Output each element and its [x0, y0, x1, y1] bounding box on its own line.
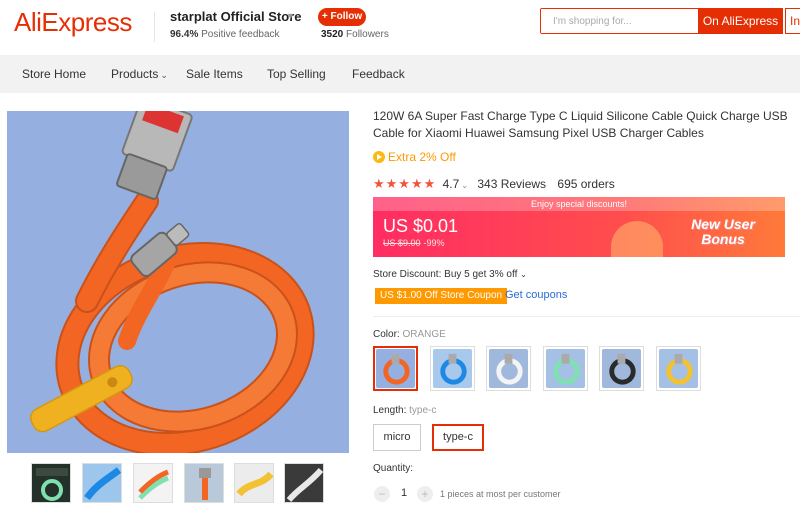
store-nav: Store Home Products ⌄ Sale Items Top Sell…	[0, 55, 800, 93]
quantity-limit-note: 1 pieces at most per customer	[440, 489, 561, 499]
store-discount-text: Store Discount: Buy 5 get 3% off	[373, 269, 518, 280]
thumbnail-image	[185, 464, 223, 502]
followers-label: Followers	[346, 29, 389, 40]
followers-count: 3520 Followers	[321, 29, 389, 40]
quantity-decrease-button[interactable]: −	[374, 486, 390, 502]
reviews-link[interactable]: 343 Reviews	[477, 177, 546, 191]
extra-off-badge: Extra 2% Off	[373, 150, 456, 164]
thumbnail[interactable]	[184, 463, 224, 503]
discount-percent: -99%	[423, 238, 445, 248]
cable-illustration	[7, 111, 349, 453]
swatch-image	[433, 349, 472, 388]
color-label: Color: ORANGE	[373, 329, 446, 340]
swatch-image	[376, 349, 415, 388]
extra-off-text: Extra 2% Off	[388, 150, 456, 164]
swatch-image	[546, 349, 585, 388]
thumbnail[interactable]	[284, 463, 324, 503]
rating-value[interactable]: 4.7	[443, 177, 460, 191]
positive-feedback-label: Positive feedback	[201, 29, 280, 40]
chevron-down-icon: ⌄	[520, 270, 527, 279]
new-user-line2: Bonus	[701, 231, 745, 247]
length-label-text: Length:	[373, 405, 407, 416]
aliexpress-logo[interactable]: AliExpress	[14, 7, 132, 38]
search-on-aliexpress-button[interactable]: On AliExpress	[698, 8, 783, 34]
chevron-down-icon: ⌄	[160, 70, 168, 80]
quantity-value[interactable]: 1	[398, 487, 410, 499]
nav-products-label: Products	[111, 67, 159, 81]
color-option-orange[interactable]	[373, 346, 418, 391]
nav-products[interactable]: Products ⌄	[111, 67, 168, 81]
product-title: 120W 6A Super Fast Charge Type C Liquid …	[373, 109, 788, 140]
current-price: US $0.01	[383, 216, 459, 236]
thumbnail-image	[32, 464, 70, 502]
color-option-white[interactable]	[486, 346, 531, 391]
swatch-image	[602, 349, 641, 388]
quantity-increase-button[interactable]: +	[417, 486, 433, 502]
chevron-down-icon[interactable]: ▼	[286, 11, 295, 21]
thumbnail-image	[134, 464, 172, 502]
swatch-image	[659, 349, 698, 388]
nav-feedback[interactable]: Feedback	[352, 67, 405, 81]
thumbnail[interactable]	[133, 463, 173, 503]
old-price: US $9.00 -99%	[383, 238, 445, 248]
store-discount[interactable]: Store Discount: Buy 5 get 3% off ⌄	[373, 269, 527, 280]
follow-button[interactable]: + Follow	[318, 8, 366, 26]
star-rating-icon: ★★★★★	[373, 176, 437, 191]
length-option-type-c[interactable]: type-c	[432, 424, 484, 451]
thumbnail[interactable]	[234, 463, 274, 503]
followers-number: 3520	[321, 29, 344, 40]
search-input[interactable]	[541, 9, 698, 33]
orders-count: 695 orders	[557, 177, 615, 191]
thumbnail-image	[235, 464, 273, 502]
thumbnail-image	[83, 464, 121, 502]
original-price: US $9.00	[383, 238, 421, 248]
product-main-image[interactable]	[7, 111, 349, 453]
new-user-line1: New User	[691, 216, 755, 232]
nav-top-selling[interactable]: Top Selling	[267, 67, 326, 81]
banner-tagline: Enjoy special discounts!	[373, 197, 785, 211]
color-option-green[interactable]	[543, 346, 588, 391]
chevron-down-icon[interactable]: ⌄	[461, 181, 468, 190]
section-divider	[373, 316, 800, 317]
store-header: AliExpress starplat Official Store ▼ 96.…	[0, 0, 800, 55]
color-label-text: Color:	[373, 329, 400, 340]
selected-color: ORANGE	[402, 329, 446, 340]
rating-row: ★★★★★ 4.7 ⌄ 343 Reviews 695 orders	[373, 176, 615, 192]
color-option-blue[interactable]	[430, 346, 475, 391]
thumbnail[interactable]	[31, 463, 71, 503]
store-name[interactable]: starplat Official Store	[170, 9, 301, 24]
nav-sale-items[interactable]: Sale Items	[186, 67, 243, 81]
thumbnail-image	[285, 464, 323, 502]
price-banner: Enjoy special discounts! US $0.01 US $9.…	[373, 197, 785, 257]
color-option-black[interactable]	[599, 346, 644, 391]
color-option-yellow[interactable]	[656, 346, 701, 391]
length-option-micro[interactable]: micro	[373, 424, 421, 451]
swatch-image	[489, 349, 528, 388]
get-coupons-link[interactable]: Get coupons	[505, 289, 567, 301]
thumbnail[interactable]	[82, 463, 122, 503]
quantity-label: Quantity:	[373, 463, 414, 474]
new-user-bonus: New User Bonus	[673, 217, 773, 247]
store-coupon-tag: US $1.00 Off Store Coupon	[375, 288, 508, 304]
length-label: Length: type-c	[373, 405, 436, 416]
nav-store-home[interactable]: Store Home	[22, 67, 86, 81]
header-divider	[154, 12, 155, 42]
gift-decoration	[611, 221, 663, 257]
positive-feedback-percent: 96.4%	[170, 29, 199, 40]
selected-length: type-c	[409, 405, 437, 416]
search-box	[540, 8, 698, 34]
positive-feedback: 96.4% Positive feedback	[170, 29, 280, 40]
search-in-store-button[interactable]: In	[785, 8, 800, 34]
coin-icon	[373, 151, 385, 163]
